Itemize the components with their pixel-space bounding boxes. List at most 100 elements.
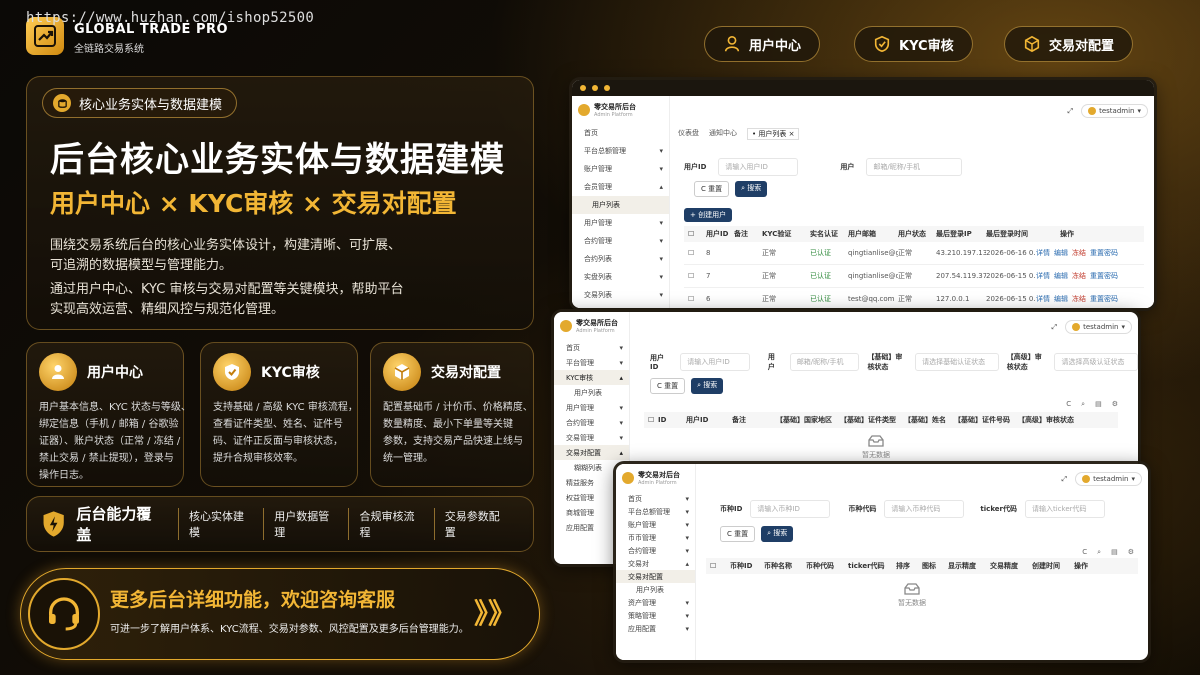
basic-status-select[interactable]: 请选择基础认证状态 bbox=[915, 353, 999, 371]
edit-link[interactable]: 编辑 bbox=[1054, 271, 1068, 281]
table-row[interactable]: ☐ 6 正常 已认证 test@qq.com 正常 127.0.0.1 2026… bbox=[684, 288, 1144, 308]
cta-arrows[interactable]: 》》 bbox=[474, 592, 516, 632]
fullscreen-icon[interactable]: ⤢ bbox=[1051, 323, 1057, 332]
user-id-input[interactable]: 请输入用户ID bbox=[718, 158, 799, 176]
user-menu[interactable]: testadmin ▾ bbox=[1075, 472, 1142, 486]
sidebar-item-home[interactable]: 首页 bbox=[572, 124, 669, 142]
columns-icon[interactable]: ▤ bbox=[1095, 400, 1102, 409]
sidebar-item[interactable]: 首页 ▾ bbox=[554, 340, 629, 355]
hero-desc-line: 实现高效运营、精细风控与规范化管理。 bbox=[50, 302, 285, 317]
window-dot[interactable] bbox=[592, 85, 598, 91]
sidebar-item[interactable]: 平台总额管理 ▾ bbox=[616, 505, 695, 518]
filter-actions: C 重置 ⌕ 搜索 bbox=[694, 181, 768, 197]
columns-icon[interactable]: ▤ bbox=[1111, 548, 1118, 557]
sidebar-item-user-list[interactable]: 用户列表 bbox=[572, 196, 669, 214]
sidebar-item[interactable]: 用户管理 ▾ bbox=[572, 214, 669, 232]
top-button-kyc[interactable]: KYC审核 bbox=[854, 26, 973, 62]
table-row[interactable]: ☐ 8 正常 已认证 qingtianlise@g... 正常 43.210.1… bbox=[684, 242, 1144, 265]
capability-item: 核心实体建模 bbox=[177, 508, 263, 540]
settings-icon[interactable]: ⚙ bbox=[1112, 400, 1118, 409]
user-query-input[interactable]: 邮箱/昵称/手机 bbox=[866, 158, 963, 176]
advanced-status-select[interactable]: 请选择高级认证状态 bbox=[1054, 353, 1138, 371]
sidebar-item[interactable]: 应用配置▾ bbox=[616, 622, 695, 635]
freeze-link[interactable]: 冻结 bbox=[1072, 248, 1086, 258]
search-button[interactable]: ⌕ 搜索 bbox=[735, 181, 768, 197]
sidebar-item[interactable]: 首页 ▾ bbox=[616, 492, 695, 505]
reset-password-link[interactable]: 重置密码 bbox=[1090, 248, 1118, 258]
column-header: 图标 bbox=[922, 562, 936, 570]
coin-code-input[interactable]: 请输入币种代码 bbox=[884, 500, 965, 518]
reset-password-link[interactable]: 重置密码 bbox=[1090, 294, 1118, 304]
refresh-icon[interactable]: C bbox=[1082, 548, 1087, 557]
window-dot[interactable] bbox=[604, 85, 610, 91]
settings-icon[interactable]: ⚙ bbox=[1128, 548, 1134, 557]
search-button[interactable]: ⌕ 搜索 bbox=[761, 526, 794, 542]
top-button-label: 交易对配置 bbox=[1049, 38, 1115, 54]
create-user-button[interactable]: + 创建用户 bbox=[684, 208, 733, 222]
edit-link[interactable]: 编辑 bbox=[1054, 248, 1068, 258]
cell-time: 2026-06-15 0... bbox=[986, 272, 1036, 280]
reset-button[interactable]: C 重置 bbox=[650, 378, 686, 394]
sidebar-item[interactable]: 账户管理 ▾ bbox=[572, 160, 669, 178]
tab-notifications[interactable]: 通知中心 bbox=[709, 128, 737, 140]
user-query-input[interactable]: 邮箱/昵称/手机 bbox=[789, 353, 860, 371]
sidebar-item[interactable]: 策略管理 ▾ bbox=[616, 609, 695, 622]
top-button-user-center[interactable]: 用户中心 bbox=[704, 26, 821, 62]
sidebar-item-pair-config[interactable]: 交易对配置 ▴ bbox=[554, 445, 629, 460]
sidebar-item[interactable]: 用户列表 bbox=[616, 583, 695, 596]
card-desc-line: 支持基础 / 高级 KYC 审核流程， bbox=[213, 402, 358, 413]
admin-brand-sub: Admin Platform bbox=[594, 112, 633, 118]
column-header: 创建时间 bbox=[1032, 562, 1060, 570]
edit-link[interactable]: 编辑 bbox=[1054, 294, 1068, 304]
sidebar-item-kyc[interactable]: KYC审核 ▴ bbox=[554, 370, 629, 385]
sidebar-item[interactable]: 交易列表 ▾ bbox=[572, 286, 669, 304]
top-button-trading-pairs[interactable]: 交易对配置 bbox=[1004, 26, 1134, 62]
user-menu[interactable]: testadmin ▾ bbox=[1081, 104, 1148, 118]
sidebar-item-pair-config[interactable]: 交易对配置 bbox=[616, 570, 695, 583]
admin-brand-sub: Admin Platform bbox=[638, 480, 677, 486]
tab-user-list[interactable]: • 用户列表 × bbox=[747, 128, 800, 140]
window-dot[interactable] bbox=[580, 85, 586, 91]
cell-user-id: 7 bbox=[706, 272, 711, 280]
user-id-input[interactable]: 请输入用户ID bbox=[680, 353, 750, 371]
sidebar-item[interactable]: 实盘列表 ▾ bbox=[572, 268, 669, 286]
admin-window-pair-config: 零交易对后台 Admin Platform 首页 ▾ 平台总额管理 ▾ 账户管理 ▾ 币… bbox=[616, 464, 1148, 660]
sidebar-item[interactable]: 平台总额管理 ▾ bbox=[572, 142, 669, 160]
fullscreen-icon[interactable]: ⤢ bbox=[1067, 107, 1073, 116]
search-button[interactable]: ⌕ 搜索 bbox=[691, 378, 724, 394]
detail-link[interactable]: 详情 bbox=[1036, 248, 1050, 258]
user-menu[interactable]: testadmin ▾ bbox=[1065, 320, 1132, 334]
reset-password-link[interactable]: 重置密码 bbox=[1090, 271, 1118, 281]
sidebar-item[interactable]: 币币管理 ▾ bbox=[616, 531, 695, 544]
sidebar-item[interactable]: 资产管理 ▾ bbox=[616, 596, 695, 609]
reset-button[interactable]: C 重置 bbox=[694, 181, 730, 197]
detail-link[interactable]: 详情 bbox=[1036, 294, 1050, 304]
table-row[interactable]: ☐ 7 正常 已认证 qingtianlise@out... 正常 207.54… bbox=[684, 265, 1144, 288]
sidebar-item[interactable]: 合约列表 ▾ bbox=[572, 250, 669, 268]
ticker-input[interactable]: 请输入ticker代码 bbox=[1024, 500, 1105, 518]
sidebar-item[interactable]: 合约管理 ▾ bbox=[554, 415, 629, 430]
refresh-icon[interactable]: C bbox=[1066, 400, 1071, 409]
freeze-link[interactable]: 冻结 bbox=[1072, 271, 1086, 281]
reset-button[interactable]: C 重置 bbox=[720, 526, 756, 542]
search-icon[interactable]: ⌕ bbox=[1097, 548, 1101, 557]
detail-link[interactable]: 详情 bbox=[1036, 271, 1050, 281]
sidebar-item[interactable]: 用户管理 ▾ bbox=[554, 400, 629, 415]
sidebar-item[interactable]: 平台管理 ▾ bbox=[554, 355, 629, 370]
sidebar-item[interactable]: 合约管理 ▾ bbox=[572, 232, 669, 250]
coin-id-input[interactable]: 请输入币种ID bbox=[750, 500, 831, 518]
sidebar-item[interactable]: 会员管理 ▴ bbox=[572, 178, 669, 196]
search-icon[interactable]: ⌕ bbox=[1081, 400, 1085, 409]
empty-text: 暂无数据 bbox=[898, 599, 926, 607]
sidebar-item[interactable]: 合约管理 ▾ bbox=[616, 544, 695, 557]
sidebar-item-label: 会员管理 bbox=[584, 183, 612, 191]
tab-dashboard[interactable]: 仪表盘 bbox=[678, 128, 699, 140]
cell-ip: 207.54.119.37 bbox=[936, 272, 986, 280]
sidebar-item[interactable]: 账户管理 ▾ bbox=[616, 518, 695, 531]
card-title: 交易对配置 bbox=[431, 365, 501, 381]
sidebar-item[interactable]: 交易管理 ▾ bbox=[554, 430, 629, 445]
sidebar-item[interactable]: 用户列表 bbox=[554, 385, 629, 400]
freeze-link[interactable]: 冻结 bbox=[1072, 294, 1086, 304]
sidebar-item[interactable]: 交易对 ▴ bbox=[616, 557, 695, 570]
fullscreen-icon[interactable]: ⤢ bbox=[1061, 475, 1067, 484]
